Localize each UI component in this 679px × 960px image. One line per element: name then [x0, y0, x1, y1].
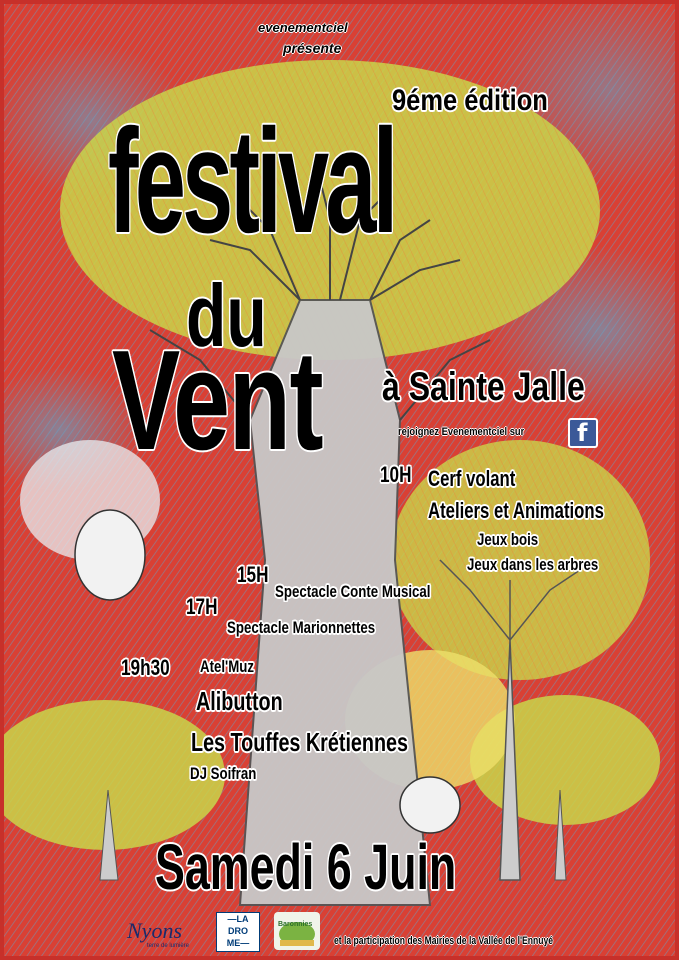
event-conte-musical: Spectacle Conte Musical — [275, 582, 431, 601]
baronnies-logo-text: Baronnies — [278, 921, 312, 928]
partners-text: et la participation des Mairies de la Va… — [334, 935, 554, 947]
drome-line-2: DRO — [228, 926, 248, 936]
time-19h30: 19h30 — [121, 655, 170, 680]
event-cerf-volant: Cerf volant — [428, 466, 516, 491]
baronnies-logo: Baronnies — [274, 912, 320, 950]
creature-right — [399, 776, 461, 834]
time-10h: 10H — [380, 462, 412, 487]
event-dj: DJ Soifran — [190, 764, 257, 783]
presenter-org: evenementciel — [258, 20, 348, 35]
event-jeux-arbres: Jeux dans les arbres — [467, 555, 599, 574]
title-vent: Vent — [112, 321, 324, 480]
event-alibutton: Alibutton — [196, 686, 283, 716]
social-text: rejoignez Evenementciel sur — [398, 426, 525, 438]
event-marionnettes: Spectacle Marionnettes — [227, 618, 376, 637]
creature-left — [74, 509, 146, 601]
time-17h: 17H — [186, 594, 218, 619]
nyons-logo-text: Nyons — [126, 918, 182, 943]
nyons-logo: Nyons terre de lumière — [125, 912, 205, 950]
drome-line-3: ME— — [226, 938, 250, 948]
edition-label: 9éme édition — [392, 84, 548, 117]
nyons-logo-tagline: terre de lumière — [147, 943, 190, 949]
event-jeux-bois: Jeux bois — [477, 530, 539, 549]
event-date: Samedi 6 Juin — [155, 831, 457, 903]
time-15h: 15H — [237, 562, 269, 587]
event-atel-muz: Atel'Muz — [200, 657, 254, 676]
location: à Sainte Jalle — [382, 365, 585, 409]
presenter-presents: présente — [283, 40, 342, 56]
drome-line-1: —LA — [227, 914, 249, 924]
poster: evenementciel présente 9éme édition fest… — [0, 0, 679, 960]
drome-logo: —LA DRO ME— — [216, 912, 260, 952]
event-touffes: Les Touffes Krétiennes — [191, 727, 409, 757]
title-festival: festival — [108, 99, 398, 264]
facebook-icon[interactable]: f — [568, 418, 598, 448]
event-ateliers: Ateliers et Animations — [428, 498, 604, 523]
